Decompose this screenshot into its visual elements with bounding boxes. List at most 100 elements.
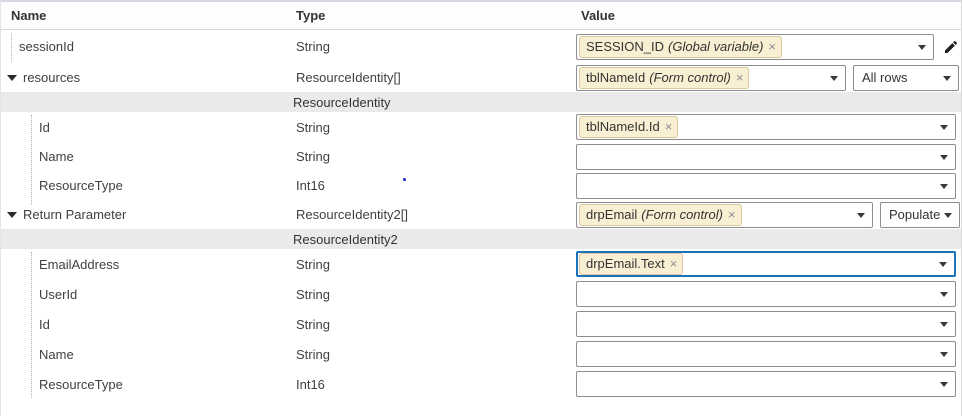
tag-remove-icon[interactable]: × bbox=[736, 69, 744, 86]
parameter-type: String bbox=[291, 287, 576, 302]
name-cell: Name bbox=[1, 142, 291, 171]
combobox-dropdown-icon[interactable] bbox=[940, 155, 948, 160]
value-tag-label: SESSION_ID bbox=[586, 38, 664, 55]
parameter-rows: sessionId String SESSION_ID(Global variabl… bbox=[1, 30, 961, 399]
table-header: Name Type Value bbox=[1, 2, 961, 30]
stray-cursor-dot bbox=[403, 178, 406, 181]
value-combobox[interactable] bbox=[576, 173, 956, 199]
edit-pencil-icon[interactable] bbox=[943, 39, 959, 55]
select-dropdown-icon bbox=[943, 76, 951, 81]
name-cell: resources bbox=[1, 63, 291, 92]
value-tag[interactable]: tblNameId(Form control) × bbox=[579, 67, 749, 89]
select-dropdown-icon bbox=[944, 213, 952, 218]
value-tag-label: drpEmail.Text bbox=[586, 255, 665, 272]
parameter-row: EmailAddress String drpEmail.Text × bbox=[1, 249, 961, 279]
parameter-row: Id String bbox=[1, 309, 961, 339]
parameter-name: Id bbox=[39, 120, 50, 135]
parameter-type: String bbox=[291, 347, 576, 362]
value-cell bbox=[576, 371, 961, 397]
parameter-row: ResourceTypeInt16 bbox=[1, 171, 961, 200]
value-cell: tblNameId(Form control) × All rows bbox=[576, 65, 961, 91]
parameter-type: ResourceIdentity2[] bbox=[291, 207, 576, 222]
parameter-name: resources bbox=[23, 70, 80, 85]
value-cell bbox=[576, 341, 961, 367]
value-combobox[interactable]: tblNameId(Form control) × bbox=[576, 65, 846, 91]
mode-select[interactable]: All rows bbox=[853, 65, 959, 91]
value-combobox[interactable] bbox=[576, 371, 956, 397]
value-combobox[interactable] bbox=[576, 311, 956, 337]
value-combobox[interactable] bbox=[576, 144, 956, 170]
combobox-dropdown-icon[interactable] bbox=[939, 262, 947, 267]
name-cell: Id bbox=[1, 112, 291, 142]
name-cell: Id bbox=[1, 309, 291, 339]
combobox-dropdown-icon[interactable] bbox=[918, 45, 926, 50]
parameter-row: UserIdString bbox=[1, 279, 961, 309]
parameter-name: Name bbox=[39, 347, 74, 362]
value-tag-qualifier: (Form control) bbox=[641, 206, 723, 223]
parameter-row: Name String bbox=[1, 339, 961, 369]
value-combobox[interactable]: drpEmail(Form control) × bbox=[576, 202, 873, 228]
value-cell bbox=[576, 281, 961, 307]
parameter-mapping-panel: Name Type Value sessionId String SESSION_I… bbox=[0, 0, 962, 416]
combobox-dropdown-icon[interactable] bbox=[940, 292, 948, 297]
parameter-row: ResourceType Int16 bbox=[1, 369, 961, 399]
mode-select-value: Populate bbox=[889, 207, 940, 222]
type-band-row: ResourceIdentity bbox=[1, 92, 961, 112]
type-band-label: ResourceIdentity bbox=[1, 95, 391, 110]
parameter-row: Return ParameterResourceIdentity2[]drpEm… bbox=[1, 200, 961, 229]
parameter-type: String bbox=[291, 317, 576, 332]
value-combobox[interactable]: tblNameId.Id × bbox=[576, 114, 956, 140]
tag-remove-icon[interactable]: × bbox=[728, 206, 736, 223]
collapse-expander-icon[interactable] bbox=[7, 75, 17, 81]
tree-guide bbox=[31, 252, 32, 398]
mode-select[interactable]: Populate bbox=[880, 202, 960, 228]
value-tag-qualifier: (Form control) bbox=[649, 69, 731, 86]
parameter-row: IdStringtblNameId.Id× bbox=[1, 112, 961, 142]
value-combobox[interactable] bbox=[576, 281, 956, 307]
tag-remove-icon[interactable]: × bbox=[670, 255, 678, 272]
value-tag[interactable]: drpEmail.Text × bbox=[579, 253, 683, 275]
type-band-label: ResourceIdentity2 bbox=[1, 232, 398, 247]
combobox-dropdown-icon[interactable] bbox=[940, 352, 948, 357]
name-cell: UserId bbox=[1, 279, 291, 309]
combobox-dropdown-icon[interactable] bbox=[830, 76, 838, 81]
parameter-name: sessionId bbox=[19, 39, 74, 54]
name-cell: EmailAddress bbox=[1, 249, 291, 279]
parameter-type: String bbox=[291, 257, 576, 272]
value-combobox[interactable] bbox=[576, 341, 956, 367]
parameter-name: Return Parameter bbox=[23, 207, 126, 222]
parameter-type: String bbox=[291, 149, 576, 164]
parameter-row: sessionIdStringSESSION_ID(Global variabl… bbox=[1, 30, 961, 63]
parameter-name: Id bbox=[39, 317, 50, 332]
combobox-dropdown-icon[interactable] bbox=[940, 184, 948, 189]
collapse-expander-icon[interactable] bbox=[7, 212, 17, 218]
name-cell: Name bbox=[1, 339, 291, 369]
name-cell: sessionId bbox=[1, 30, 291, 63]
value-tag-label: tblNameId.Id bbox=[586, 118, 660, 135]
value-tag[interactable]: drpEmail(Form control) × bbox=[579, 204, 742, 226]
column-header-type: Type bbox=[291, 8, 576, 23]
value-combobox[interactable]: drpEmail.Text × bbox=[576, 251, 956, 277]
name-cell: ResourceType bbox=[1, 369, 291, 399]
column-header-value: Value bbox=[576, 8, 961, 23]
value-tag-label: drpEmail bbox=[586, 206, 637, 223]
tag-remove-icon[interactable]: × bbox=[665, 118, 673, 135]
parameter-type: Int16 bbox=[291, 377, 576, 392]
value-tag[interactable]: SESSION_ID(Global variable)× bbox=[579, 36, 782, 58]
parameter-row: NameString bbox=[1, 142, 961, 171]
combobox-dropdown-icon[interactable] bbox=[940, 322, 948, 327]
parameter-name: ResourceType bbox=[39, 377, 123, 392]
value-combobox[interactable]: SESSION_ID(Global variable)× bbox=[576, 34, 934, 60]
type-band-row: ResourceIdentity2 bbox=[1, 229, 961, 249]
value-tag[interactable]: tblNameId.Id × bbox=[579, 116, 678, 138]
parameter-type: ResourceIdentity[] bbox=[291, 70, 576, 85]
combobox-dropdown-icon[interactable] bbox=[857, 213, 865, 218]
combobox-dropdown-icon[interactable] bbox=[940, 125, 948, 130]
value-tag-label: tblNameId bbox=[586, 69, 645, 86]
tag-remove-icon[interactable]: × bbox=[768, 38, 776, 55]
value-cell bbox=[576, 311, 961, 337]
column-header-name: Name bbox=[1, 8, 291, 23]
parameter-name: EmailAddress bbox=[39, 257, 119, 272]
combobox-dropdown-icon[interactable] bbox=[940, 382, 948, 387]
parameter-row: resourcesResourceIdentity[]tblNameId(For… bbox=[1, 63, 961, 92]
